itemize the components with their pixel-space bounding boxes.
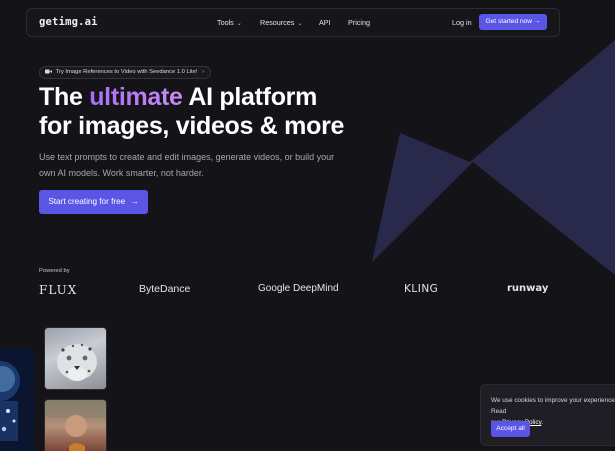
headline-text: AI platform	[182, 83, 318, 111]
headline-accent: ultimate	[89, 83, 183, 111]
headline-line-2: for images, videos & more	[39, 112, 345, 140]
headline-line-1: The ultimate AI platform	[39, 83, 344, 112]
brand-logo-bytedance: ByteDance	[139, 283, 191, 295]
nav-item-pricing[interactable]: Pricing	[348, 18, 370, 27]
get-started-button[interactable]: Get started now →	[479, 14, 547, 30]
hero-subtext: Use text prompts to create and edit imag…	[39, 152, 335, 178]
logo[interactable]: getimg.ai	[39, 16, 98, 28]
arrow-right-icon: →	[533, 18, 541, 25]
brand-logo-kling: KLING	[404, 283, 439, 295]
brand-logo-google-deepmind: Google DeepMind	[258, 283, 339, 294]
brand-logo-flux: FLUX	[39, 283, 78, 297]
get-started-label: Get started now	[485, 18, 533, 25]
monk-portrait-image	[44, 399, 107, 451]
nav-item-label: Tools	[217, 18, 234, 27]
accept-cookies-button[interactable]: Accept all	[491, 421, 530, 437]
start-creating-button[interactable]: Start creating for free →	[39, 190, 148, 214]
chevron-down-icon: ⌄	[297, 21, 303, 27]
chevron-down-icon: ⌄	[236, 21, 242, 27]
page: getimg.ai Tools ⌄ Resources ⌄ API Pricing …	[0, 0, 615, 451]
nav-item-resources[interactable]: Resources ⌄	[260, 18, 302, 27]
cta-label: Start creating for free	[48, 197, 126, 206]
login-link[interactable]: Log in	[452, 18, 472, 27]
snow-leopard-image	[44, 327, 107, 390]
announcement-pill[interactable]: Try Image References to Video with Seeda…	[39, 66, 212, 79]
cookie-text: .	[541, 419, 544, 426]
decor-ribbon-shape	[372, 40, 615, 275]
brand-logo-runway: runway	[507, 283, 549, 294]
video-camera-icon	[45, 69, 54, 75]
arrow-right-icon: →	[130, 197, 139, 206]
robot-image	[0, 349, 34, 451]
nav-item-label: Resources	[260, 18, 295, 27]
announcement-text: Try Image References to Video with Seeda…	[55, 69, 198, 75]
powered-by-label: Powered by	[39, 268, 70, 274]
headline-text: The	[39, 83, 90, 111]
cookie-banner: We use cookies to improve your experienc…	[480, 384, 615, 446]
cookie-text: We use cookies to improve your experienc…	[491, 397, 615, 415]
top-navbar: getimg.ai Tools ⌄ Resources ⌄ API Pricing …	[26, 8, 560, 37]
nav-item-label: API	[319, 18, 331, 27]
chevron-right-icon: ›	[202, 69, 205, 75]
hero-headline: The ultimate AI platform for images, vid…	[39, 83, 344, 141]
nav-item-tools[interactable]: Tools ⌄	[217, 18, 242, 27]
nav-item-label: Pricing	[348, 18, 370, 27]
nav-item-api[interactable]: API	[319, 18, 331, 27]
